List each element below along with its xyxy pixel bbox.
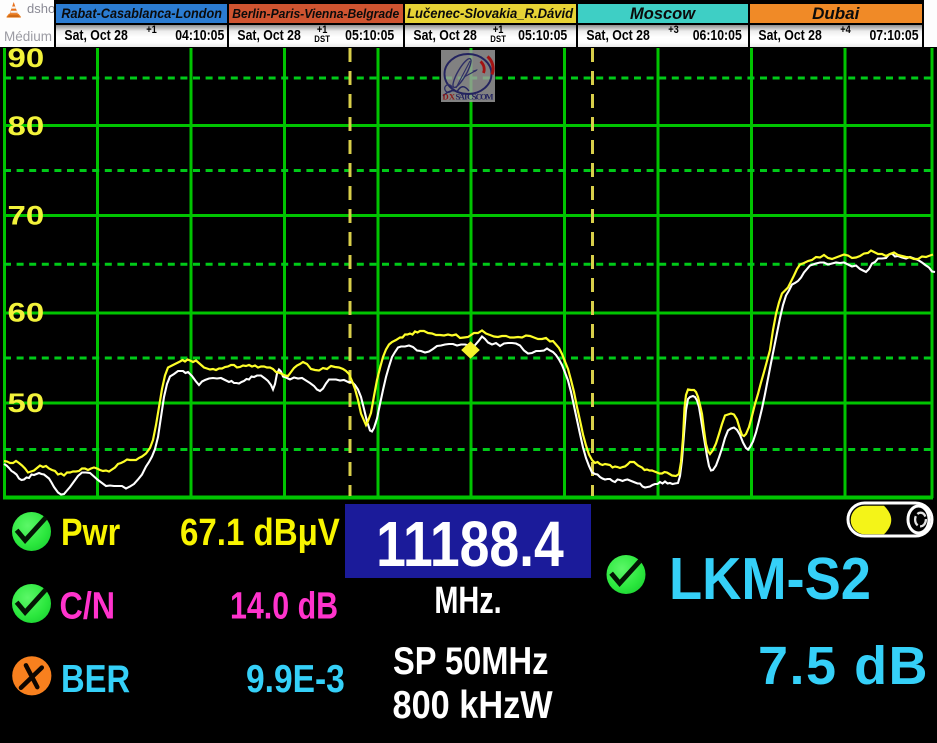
svg-text:50: 50 <box>8 389 45 419</box>
svg-text:9.9E-3: 9.9E-3 <box>246 657 345 701</box>
svg-text:DX: DX <box>443 92 456 102</box>
svg-text:SP 50MHz: SP 50MHz <box>393 638 548 682</box>
svg-text:SATCS.COM: SATCS.COM <box>456 92 494 102</box>
svg-text:MHz.: MHz. <box>434 579 501 622</box>
svg-text:60: 60 <box>8 298 45 328</box>
svg-text:BER: BER <box>61 656 130 700</box>
svg-text:80: 80 <box>8 112 45 142</box>
svg-text:90: 90 <box>8 44 45 74</box>
svg-text:LKM-S2: LKM-S2 <box>669 547 871 613</box>
svg-text:11188.4: 11188.4 <box>376 509 564 581</box>
svg-text:800 kHzW: 800 kHzW <box>393 683 553 727</box>
svg-text:7.5 dB: 7.5 dB <box>758 636 929 696</box>
svg-text:14.0 dB: 14.0 dB <box>230 585 338 627</box>
svg-text:Pwr: Pwr <box>61 512 120 554</box>
svg-text:67.1 dBμV: 67.1 dBμV <box>180 511 340 554</box>
svg-text:70: 70 <box>8 201 45 231</box>
svg-text:C/N: C/N <box>60 585 116 627</box>
